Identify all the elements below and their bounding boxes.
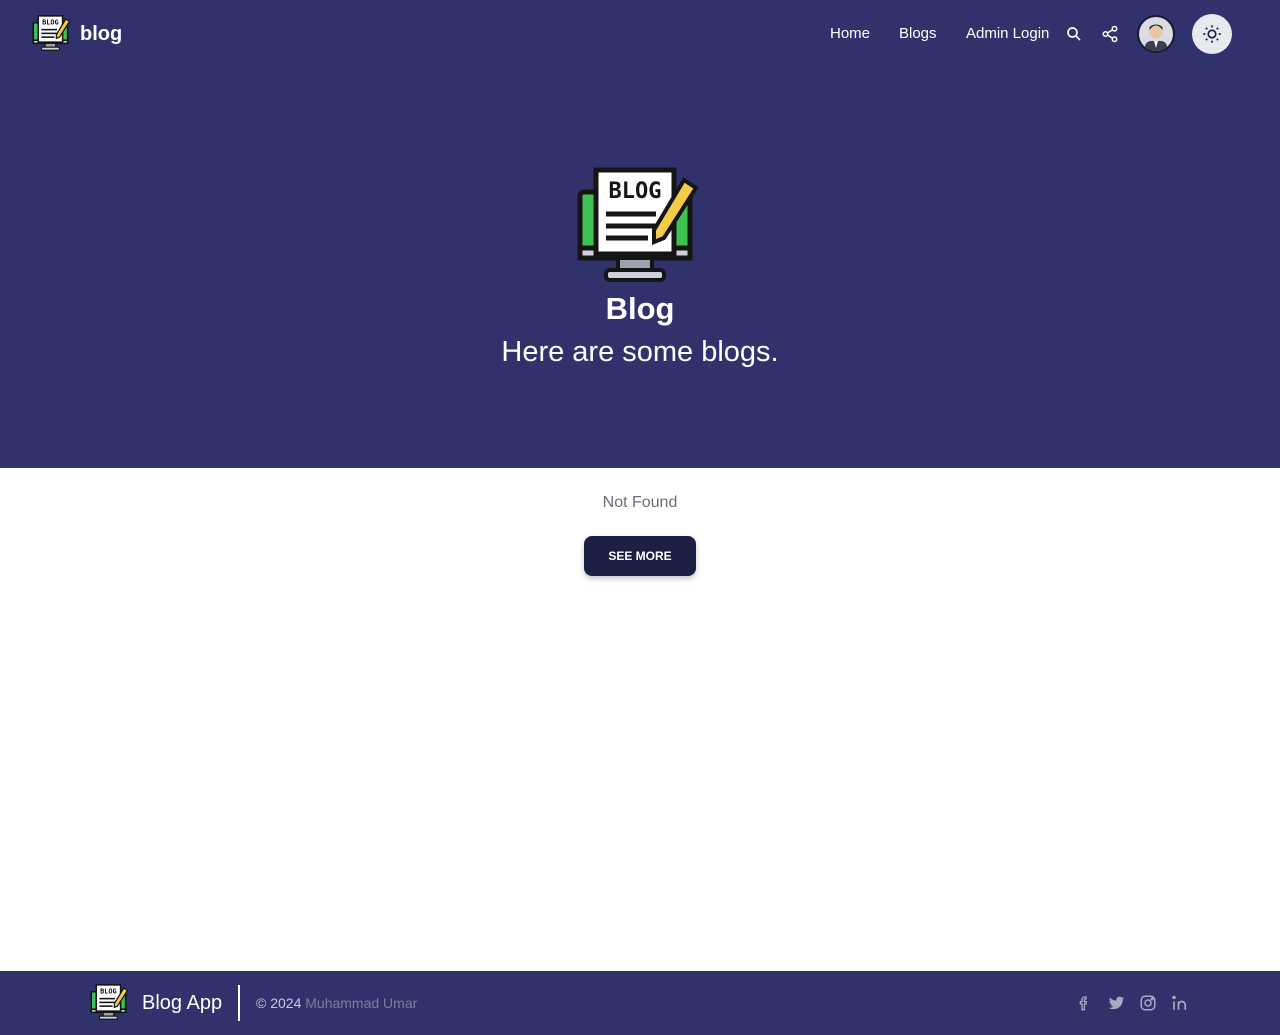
- theme-toggle-button[interactable]: [1192, 14, 1232, 54]
- instagram-icon[interactable]: [1138, 993, 1158, 1013]
- footer-copyright: © 2024 Muhammad Umar: [256, 995, 417, 1011]
- top-navbar: BLOG blog Home Blogs Admin Login: [0, 0, 1280, 68]
- blog-monitor-icon: BLOG: [90, 984, 129, 1020]
- brand-link[interactable]: BLOG blog: [32, 14, 122, 54]
- nav-home[interactable]: Home: [830, 24, 870, 44]
- blog-monitor-icon: BLOG: [32, 15, 71, 51]
- hero-title: Blog: [605, 291, 675, 326]
- svg-text:BLOG: BLOG: [42, 19, 59, 27]
- logo-text: BLOG: [609, 179, 662, 204]
- footer-divider: [238, 985, 240, 1021]
- facebook-icon[interactable]: [1074, 993, 1094, 1013]
- footer: BLOG Blog App © 2024 Muhammad Umar: [0, 971, 1280, 1035]
- search-icon[interactable]: [1064, 24, 1084, 44]
- nav-admin-login[interactable]: Admin Login: [966, 24, 1049, 44]
- not-found-message: Not Found: [602, 494, 678, 511]
- sun-icon: [1203, 25, 1221, 43]
- blog-monitor-icon: BLOG: [577, 167, 699, 282]
- hero-subtitle: Here are some blogs.: [501, 336, 779, 368]
- author-link[interactable]: Muhammad Umar: [305, 995, 417, 1011]
- avatar[interactable]: [1137, 15, 1175, 53]
- share-icon[interactable]: [1100, 24, 1120, 44]
- nav-blogs[interactable]: Blogs: [899, 24, 937, 44]
- svg-text:BLOG: BLOG: [100, 988, 117, 996]
- see-more-button[interactable]: SEE MORE: [584, 536, 696, 576]
- hero-banner: BLOG Blog Here are some blogs.: [0, 68, 1280, 468]
- linkedin-icon[interactable]: [1170, 993, 1190, 1013]
- footer-brand[interactable]: Blog App: [142, 992, 222, 1015]
- copyright-text: © 2024: [256, 995, 302, 1011]
- twitter-icon[interactable]: [1106, 993, 1126, 1013]
- brand-name: blog: [80, 22, 123, 45]
